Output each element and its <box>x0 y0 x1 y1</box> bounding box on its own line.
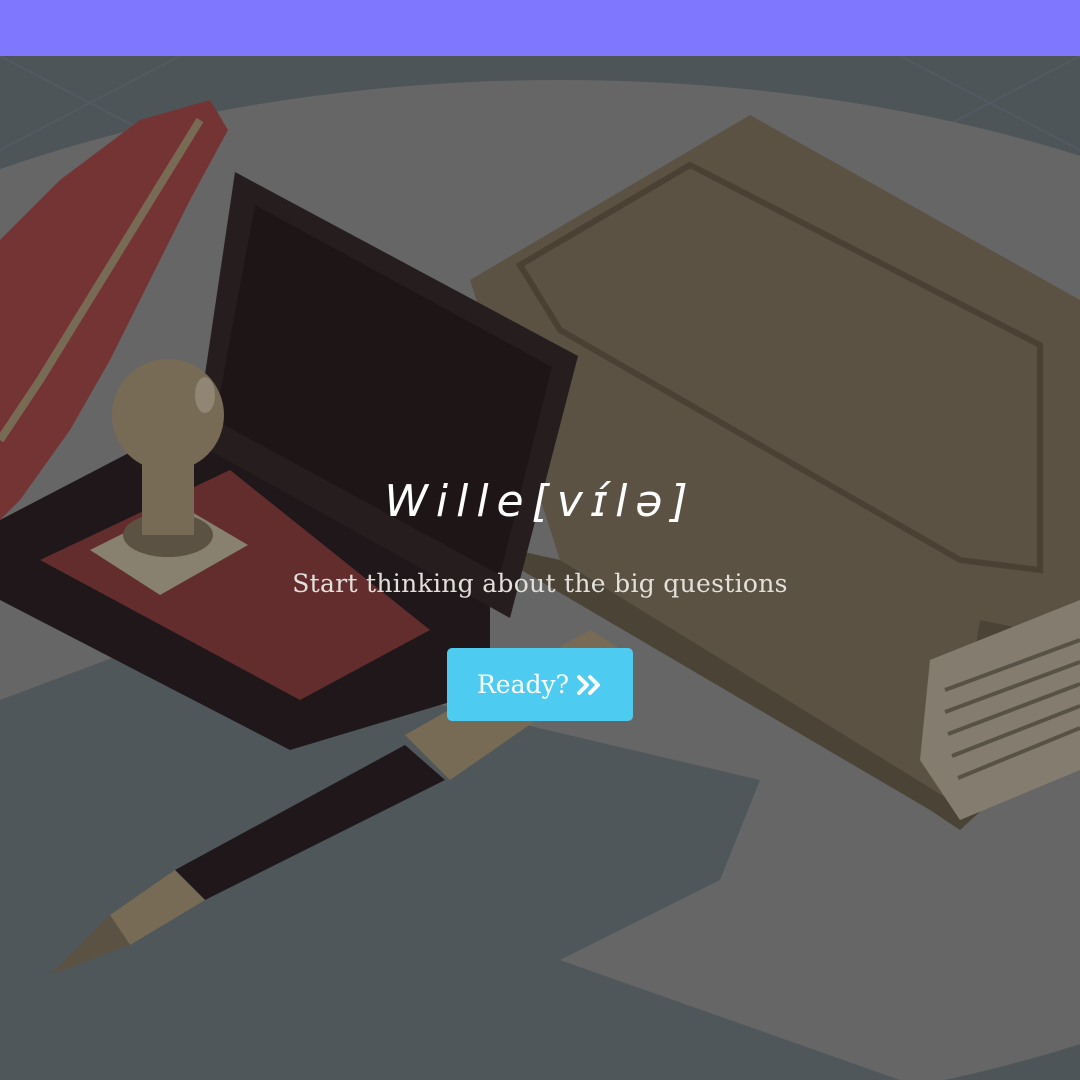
ready-button[interactable]: Ready? <box>447 648 633 721</box>
top-bar <box>0 0 1080 56</box>
hero-section: Wille[vɪ́lə] Start thinking about the bi… <box>0 56 1080 1080</box>
hero-subtitle: Start thinking about the big questions <box>292 569 788 598</box>
ready-button-label: Ready? <box>476 670 570 699</box>
hero-title: Wille[vɪ́lə] <box>384 476 696 527</box>
double-chevron-right-icon <box>577 674 601 695</box>
